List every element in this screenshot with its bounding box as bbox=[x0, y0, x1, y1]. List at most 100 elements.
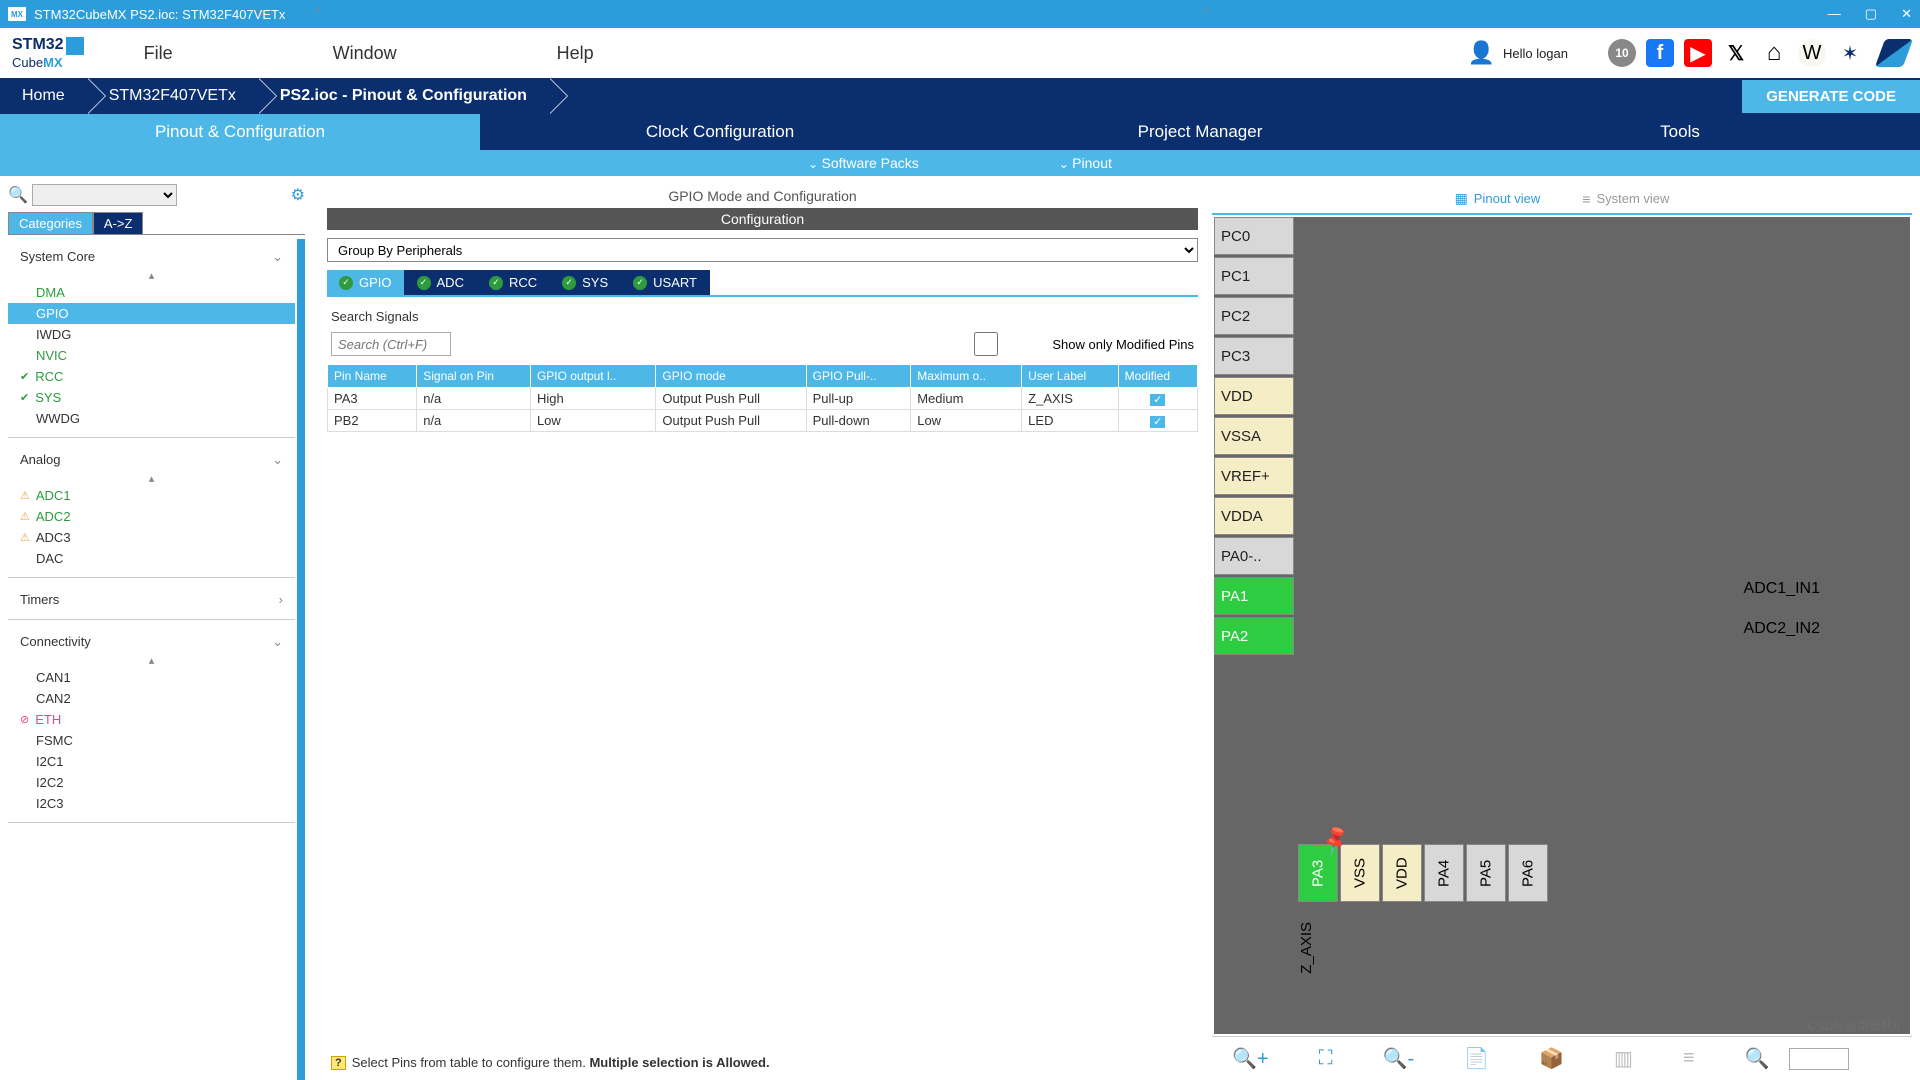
collapse-handle[interactable]: ▴ bbox=[8, 654, 295, 667]
zoom-in-icon[interactable]: 🔍+ bbox=[1232, 1046, 1269, 1071]
tab-clock[interactable]: Clock Configuration bbox=[480, 114, 960, 150]
pin-VSS[interactable]: VSS bbox=[1340, 844, 1380, 902]
item-i2c3[interactable]: I2C3 bbox=[8, 793, 295, 814]
generate-code-button[interactable]: GENERATE CODE bbox=[1742, 80, 1920, 113]
software-packs-menu[interactable]: Software Packs bbox=[808, 155, 919, 171]
find-input[interactable] bbox=[1789, 1048, 1849, 1070]
rotate-icon[interactable]: 📄 bbox=[1464, 1046, 1489, 1071]
group-select[interactable]: Group By Peripherals bbox=[327, 238, 1198, 262]
section-analog[interactable]: Analog⌄ bbox=[8, 442, 295, 472]
col-header[interactable]: GPIO mode bbox=[656, 365, 806, 388]
pin-PA0[interactable]: PA0-.. bbox=[1214, 537, 1294, 575]
section-timers[interactable]: Timers› bbox=[8, 582, 295, 611]
splitter-right[interactable] bbox=[1202, 184, 1212, 1080]
tab-pinout[interactable]: Pinout & Configuration bbox=[0, 114, 480, 150]
pin-VDDA[interactable]: VDDA bbox=[1214, 497, 1294, 535]
item-fsmc[interactable]: FSMC bbox=[8, 730, 295, 751]
crumb-home[interactable]: Home bbox=[0, 78, 87, 114]
menu-window[interactable]: Window bbox=[333, 43, 397, 64]
col-header[interactable]: Signal on Pin bbox=[417, 365, 531, 388]
menu-file[interactable]: File bbox=[144, 43, 173, 64]
col-header[interactable]: User Label bbox=[1022, 365, 1118, 388]
item-can1[interactable]: CAN1 bbox=[8, 667, 295, 688]
community-icon[interactable]: ✶ bbox=[1836, 39, 1864, 67]
table-row[interactable]: PA3n/aHighOutput Push PullPull-upMediumZ… bbox=[328, 388, 1198, 410]
collapse-handle[interactable]: ▴ bbox=[8, 269, 295, 282]
splitter-left[interactable] bbox=[313, 184, 323, 1080]
chip-canvas[interactable]: PC0PC1PC2PC3VDDVSSAVREF+VDDAPA0-..PA1PA2… bbox=[1214, 217, 1910, 1034]
item-iwdg[interactable]: IWDG bbox=[8, 324, 295, 345]
zoom-out-icon[interactable]: 🔍- bbox=[1383, 1046, 1415, 1071]
facebook-icon[interactable]: f bbox=[1646, 39, 1674, 67]
item-wwdg[interactable]: WWDG bbox=[8, 408, 295, 429]
item-adc3[interactable]: ⚠ADC3 bbox=[8, 527, 295, 548]
wiki-icon[interactable]: W bbox=[1798, 39, 1826, 67]
col-header[interactable]: GPIO output l.. bbox=[530, 365, 655, 388]
pin-PA6[interactable]: PA6 bbox=[1508, 844, 1548, 902]
item-eth[interactable]: ⊘ETH bbox=[8, 709, 295, 730]
pin-PA1[interactable]: PA1 bbox=[1214, 577, 1294, 615]
close-button[interactable]: ✕ bbox=[1901, 6, 1912, 22]
item-i2c2[interactable]: I2C2 bbox=[8, 772, 295, 793]
crumb-chip[interactable]: STM32F407VETx bbox=[87, 78, 258, 114]
package-icon[interactable]: 📦 bbox=[1539, 1046, 1564, 1071]
show-modified-checkbox[interactable]: Show only Modified Pins bbox=[926, 332, 1194, 356]
item-nvic[interactable]: NVIC bbox=[8, 345, 295, 366]
grid-icon[interactable]: ▥ bbox=[1614, 1046, 1633, 1071]
item-i2c1[interactable]: I2C1 bbox=[8, 751, 295, 772]
item-gpio[interactable]: GPIO bbox=[8, 303, 295, 324]
pinout-view-tab[interactable]: ▦Pinout view bbox=[1449, 188, 1547, 209]
tab-az[interactable]: A->Z bbox=[93, 212, 144, 234]
menu-help[interactable]: Help bbox=[557, 43, 594, 64]
pin-VSSA[interactable]: VSSA bbox=[1214, 417, 1294, 455]
badge-icon[interactable]: 10 bbox=[1608, 39, 1636, 67]
user-greeting[interactable]: 👤 Hello logan bbox=[1468, 40, 1568, 66]
item-can2[interactable]: CAN2 bbox=[8, 688, 295, 709]
find-icon[interactable]: 🔍 bbox=[1745, 1046, 1770, 1071]
item-sys[interactable]: ✔SYS bbox=[8, 387, 295, 408]
pin-PA5[interactable]: PA5 bbox=[1466, 844, 1506, 902]
crumb-file[interactable]: PS2.ioc - Pinout & Configuration bbox=[258, 78, 549, 114]
minimize-button[interactable]: ― bbox=[1828, 6, 1841, 22]
ptab-usart[interactable]: ✓USART bbox=[621, 270, 710, 295]
section-connectivity[interactable]: Connectivity⌄ bbox=[8, 624, 295, 654]
fit-icon[interactable]: ⛶ bbox=[1319, 1047, 1333, 1070]
col-header[interactable]: Maximum o.. bbox=[911, 365, 1022, 388]
ptab-sys[interactable]: ✓SYS bbox=[550, 270, 621, 295]
item-adc2[interactable]: ⚠ADC2 bbox=[8, 506, 295, 527]
pin-PC2[interactable]: PC2 bbox=[1214, 297, 1294, 335]
pin-PC0[interactable]: PC0 bbox=[1214, 217, 1294, 255]
pin-VDD[interactable]: VDD bbox=[1214, 377, 1294, 415]
pinout-menu[interactable]: Pinout bbox=[1059, 155, 1112, 171]
col-header[interactable]: Pin Name bbox=[328, 365, 417, 388]
item-dac[interactable]: DAC bbox=[8, 548, 295, 569]
youtube-icon[interactable]: ▶ bbox=[1684, 39, 1712, 67]
ptab-rcc[interactable]: ✓RCC bbox=[477, 270, 550, 295]
section-system-core[interactable]: System Core⌄ bbox=[8, 239, 295, 269]
item-rcc[interactable]: ✔RCC bbox=[8, 366, 295, 387]
tab-project[interactable]: Project Manager bbox=[960, 114, 1440, 150]
search-signals-input[interactable] bbox=[331, 332, 451, 356]
ptab-gpio[interactable]: ✓GPIO bbox=[327, 270, 405, 295]
pin-PA2[interactable]: PA2 bbox=[1214, 617, 1294, 655]
system-view-tab[interactable]: ≡System view bbox=[1576, 188, 1675, 209]
github-icon[interactable]: ⌂ bbox=[1760, 39, 1788, 67]
settings-icon[interactable]: ⚙ bbox=[291, 185, 305, 205]
pin-VREF[interactable]: VREF+ bbox=[1214, 457, 1294, 495]
table-row[interactable]: PB2n/aLowOutput Push PullPull-downLowLED… bbox=[328, 410, 1198, 432]
pin-VDD[interactable]: VDD bbox=[1382, 844, 1422, 902]
ptab-adc[interactable]: ✓ADC bbox=[405, 270, 477, 295]
pin-PC1[interactable]: PC1 bbox=[1214, 257, 1294, 295]
layers-icon[interactable]: ≡ bbox=[1683, 1047, 1695, 1070]
pin-PC3[interactable]: PC3 bbox=[1214, 337, 1294, 375]
item-adc1[interactable]: ⚠ADC1 bbox=[8, 485, 295, 506]
col-header[interactable]: GPIO Pull-.. bbox=[806, 365, 911, 388]
x-icon[interactable]: 𝕏 bbox=[1722, 39, 1750, 67]
mode-select[interactable] bbox=[32, 184, 177, 206]
collapse-handle[interactable]: ▴ bbox=[8, 472, 295, 485]
pin-PA4[interactable]: PA4 bbox=[1424, 844, 1464, 902]
item-dma[interactable]: DMA bbox=[8, 282, 295, 303]
maximize-button[interactable]: ▢ bbox=[1865, 6, 1877, 22]
col-header[interactable]: Modified bbox=[1118, 365, 1197, 388]
tab-categories[interactable]: Categories bbox=[8, 212, 93, 234]
